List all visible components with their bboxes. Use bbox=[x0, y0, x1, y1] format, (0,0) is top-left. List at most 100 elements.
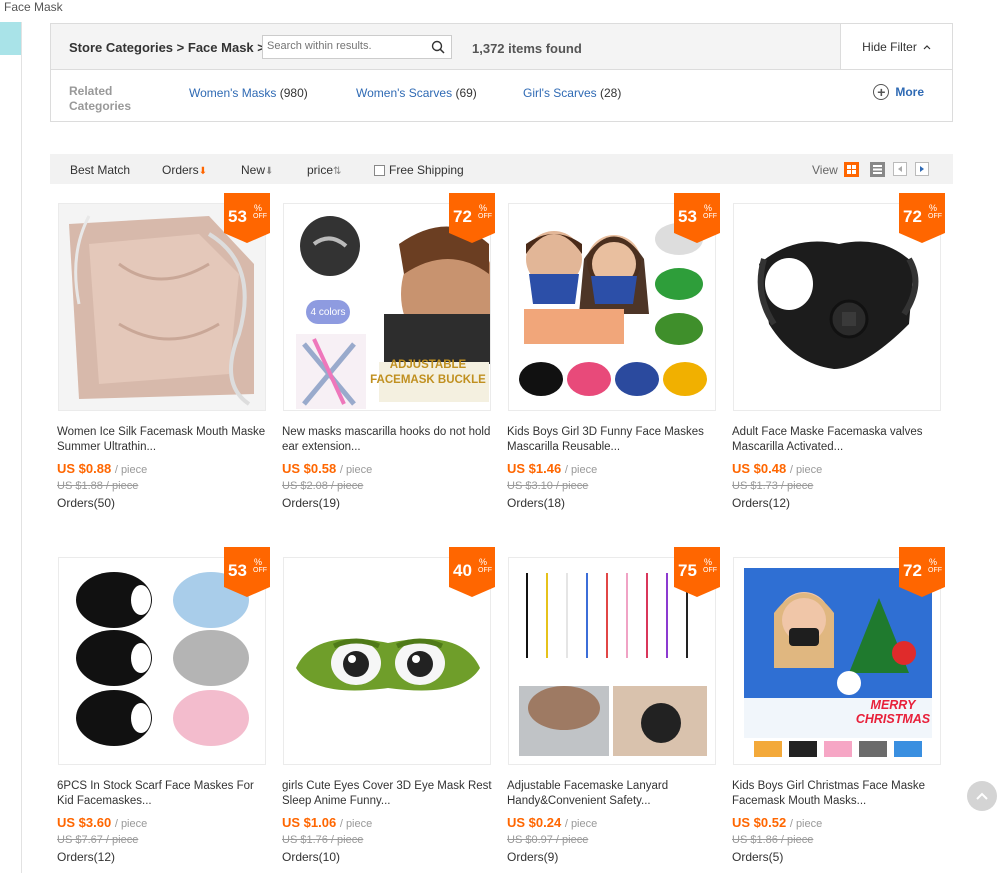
plus-circle-icon: + bbox=[873, 84, 890, 100]
product-price: US $0.24 / piece bbox=[507, 815, 597, 830]
related-categories-label: Related Categories bbox=[69, 84, 132, 113]
related-count: (980) bbox=[279, 86, 308, 100]
left-divider bbox=[21, 22, 22, 873]
discount-percent: % bbox=[254, 203, 263, 213]
search-within-box[interactable] bbox=[262, 35, 452, 59]
original-price: US $2.08 / piece bbox=[282, 480, 364, 492]
price-value: US $0.58 bbox=[282, 461, 337, 476]
price-unit: / piece bbox=[789, 464, 823, 476]
search-icon[interactable] bbox=[431, 40, 445, 54]
discount-value: 53 bbox=[228, 561, 247, 580]
product-title[interactable]: Women Ice Silk Facemask Mouth Maske Summ… bbox=[57, 425, 269, 455]
sort-price-label: price bbox=[307, 163, 334, 177]
product-price: US $1.06 / piece bbox=[282, 815, 372, 830]
product-title[interactable]: 6PCS In Stock Scarf Face Maskes For Kid … bbox=[57, 779, 269, 809]
order-count: Orders(50) bbox=[57, 496, 116, 510]
price-unit: / piece bbox=[339, 464, 373, 476]
arrow-down-icon: ⬇ bbox=[198, 166, 208, 177]
discount-value: 72 bbox=[453, 207, 472, 226]
sort-price[interactable]: price⇅ bbox=[307, 163, 341, 177]
order-count: Orders(18) bbox=[507, 496, 566, 510]
grid-view-icon[interactable] bbox=[844, 162, 859, 177]
sort-new[interactable]: New⬇ bbox=[241, 163, 273, 177]
original-price: US $1.76 / piece bbox=[282, 834, 364, 846]
discount-value: 53 bbox=[228, 207, 247, 226]
discount-percent: % bbox=[929, 557, 938, 567]
price-value: US $1.46 bbox=[507, 461, 562, 476]
price-value: US $0.88 bbox=[57, 461, 112, 476]
discount-badge: 75 % OFF bbox=[674, 547, 720, 597]
sort-bar: Best Match Orders⬇ New⬇ price⇅ Free Ship… bbox=[50, 154, 953, 184]
discount-badge: 72 % OFF bbox=[899, 547, 945, 597]
product-price: US $3.60 / piece bbox=[57, 815, 147, 830]
view-label: View bbox=[812, 163, 838, 177]
related-count: (28) bbox=[599, 86, 622, 100]
scroll-to-top-button[interactable] bbox=[967, 781, 997, 811]
price-unit: / piece bbox=[339, 818, 373, 830]
discount-badge: 72 % OFF bbox=[449, 193, 495, 243]
price-value: US $0.24 bbox=[507, 815, 562, 830]
product-title[interactable]: girls Cute Eyes Cover 3D Eye Mask Rest S… bbox=[282, 779, 494, 809]
product-title[interactable]: Adult Face Maske Facemaska valves Mascar… bbox=[732, 425, 944, 455]
breadcrumb-store-categories[interactable]: Store Categories bbox=[69, 40, 173, 55]
related-item-girls-scarves: Girl's Scarves (28) bbox=[523, 86, 621, 100]
product-title[interactable]: Kids Boys Girl 3D Funny Face Maskes Masc… bbox=[507, 425, 719, 455]
related-item-womens-masks: Women's Masks (980) bbox=[189, 86, 308, 100]
prev-page-icon[interactable] bbox=[893, 162, 907, 176]
discount-percent: % bbox=[479, 557, 488, 567]
original-price: US $1.86 / piece bbox=[732, 834, 814, 846]
discount-off: OFF bbox=[703, 213, 717, 220]
sort-best-match[interactable]: Best Match bbox=[70, 163, 130, 177]
discount-percent: % bbox=[704, 557, 713, 567]
product-price: US $1.46 / piece bbox=[507, 461, 597, 476]
discount-value: 72 bbox=[903, 561, 922, 580]
free-shipping-checkbox[interactable] bbox=[374, 164, 385, 176]
price-unit: / piece bbox=[789, 818, 823, 830]
related-link-girls-scarves[interactable]: Girl's Scarves bbox=[523, 86, 597, 100]
breadcrumb-separator: > bbox=[176, 40, 185, 55]
image-caption-colors: 4 colors bbox=[306, 300, 350, 324]
product-title[interactable]: Adjustable Facemaske Lanyard Handy&Conve… bbox=[507, 779, 719, 809]
price-value: US $0.48 bbox=[732, 461, 787, 476]
discount-percent: % bbox=[479, 203, 488, 213]
discount-badge: 72 % OFF bbox=[899, 193, 945, 243]
order-count: Orders(12) bbox=[57, 850, 116, 864]
next-page-icon[interactable] bbox=[915, 162, 929, 176]
chevron-up-icon bbox=[923, 44, 931, 49]
related-link-womens-masks[interactable]: Women's Masks bbox=[189, 86, 276, 100]
more-categories-button[interactable]: + More bbox=[873, 84, 924, 100]
related-count: (69) bbox=[455, 86, 477, 100]
discount-off: OFF bbox=[478, 567, 492, 574]
sort-orders-label: Orders bbox=[162, 163, 199, 177]
discount-value: 40 bbox=[453, 561, 472, 580]
original-price: US $3.10 / piece bbox=[507, 480, 589, 492]
order-count: Orders(10) bbox=[282, 850, 341, 864]
discount-badge: 53 % OFF bbox=[224, 547, 270, 597]
price-unit: / piece bbox=[114, 818, 148, 830]
price-unit: / piece bbox=[114, 464, 148, 476]
hide-filter-button[interactable]: Hide Filter bbox=[840, 24, 952, 69]
order-count: Orders(9) bbox=[507, 850, 559, 864]
breadcrumb-face-mask[interactable]: Face Mask bbox=[188, 40, 254, 55]
price-unit: / piece bbox=[564, 464, 598, 476]
discount-badge: 53 % OFF bbox=[674, 193, 720, 243]
discount-percent: % bbox=[704, 203, 713, 213]
free-shipping-filter[interactable]: Free Shipping bbox=[374, 163, 464, 177]
sort-orders[interactable]: Orders⬇ bbox=[162, 163, 207, 177]
product-title[interactable]: Kids Boys Girl Christmas Face Maske Face… bbox=[732, 779, 944, 809]
free-shipping-label: Free Shipping bbox=[389, 163, 464, 177]
search-within-input[interactable] bbox=[263, 36, 431, 56]
original-price: US $1.73 / piece bbox=[732, 480, 814, 492]
related-link-womens-scarves[interactable]: Women's Scarves bbox=[356, 86, 452, 100]
discount-badge: 53 % OFF bbox=[224, 193, 270, 243]
list-view-icon[interactable] bbox=[870, 162, 885, 177]
product-title[interactable]: New masks mascarilla hooks do not hold e… bbox=[282, 425, 494, 455]
filter-header: Store Categories > Face Mask > 1,372 ite… bbox=[51, 24, 952, 70]
discount-value: 75 bbox=[678, 561, 697, 580]
page-label: Face Mask bbox=[4, 0, 63, 14]
items-found-count: 1,372 items found bbox=[472, 41, 582, 56]
related-item-womens-scarves: Women's Scarves (69) bbox=[356, 86, 477, 100]
order-count: Orders(12) bbox=[732, 496, 791, 510]
price-value: US $0.52 bbox=[732, 815, 787, 830]
image-caption-merry: MERRY bbox=[870, 698, 916, 712]
